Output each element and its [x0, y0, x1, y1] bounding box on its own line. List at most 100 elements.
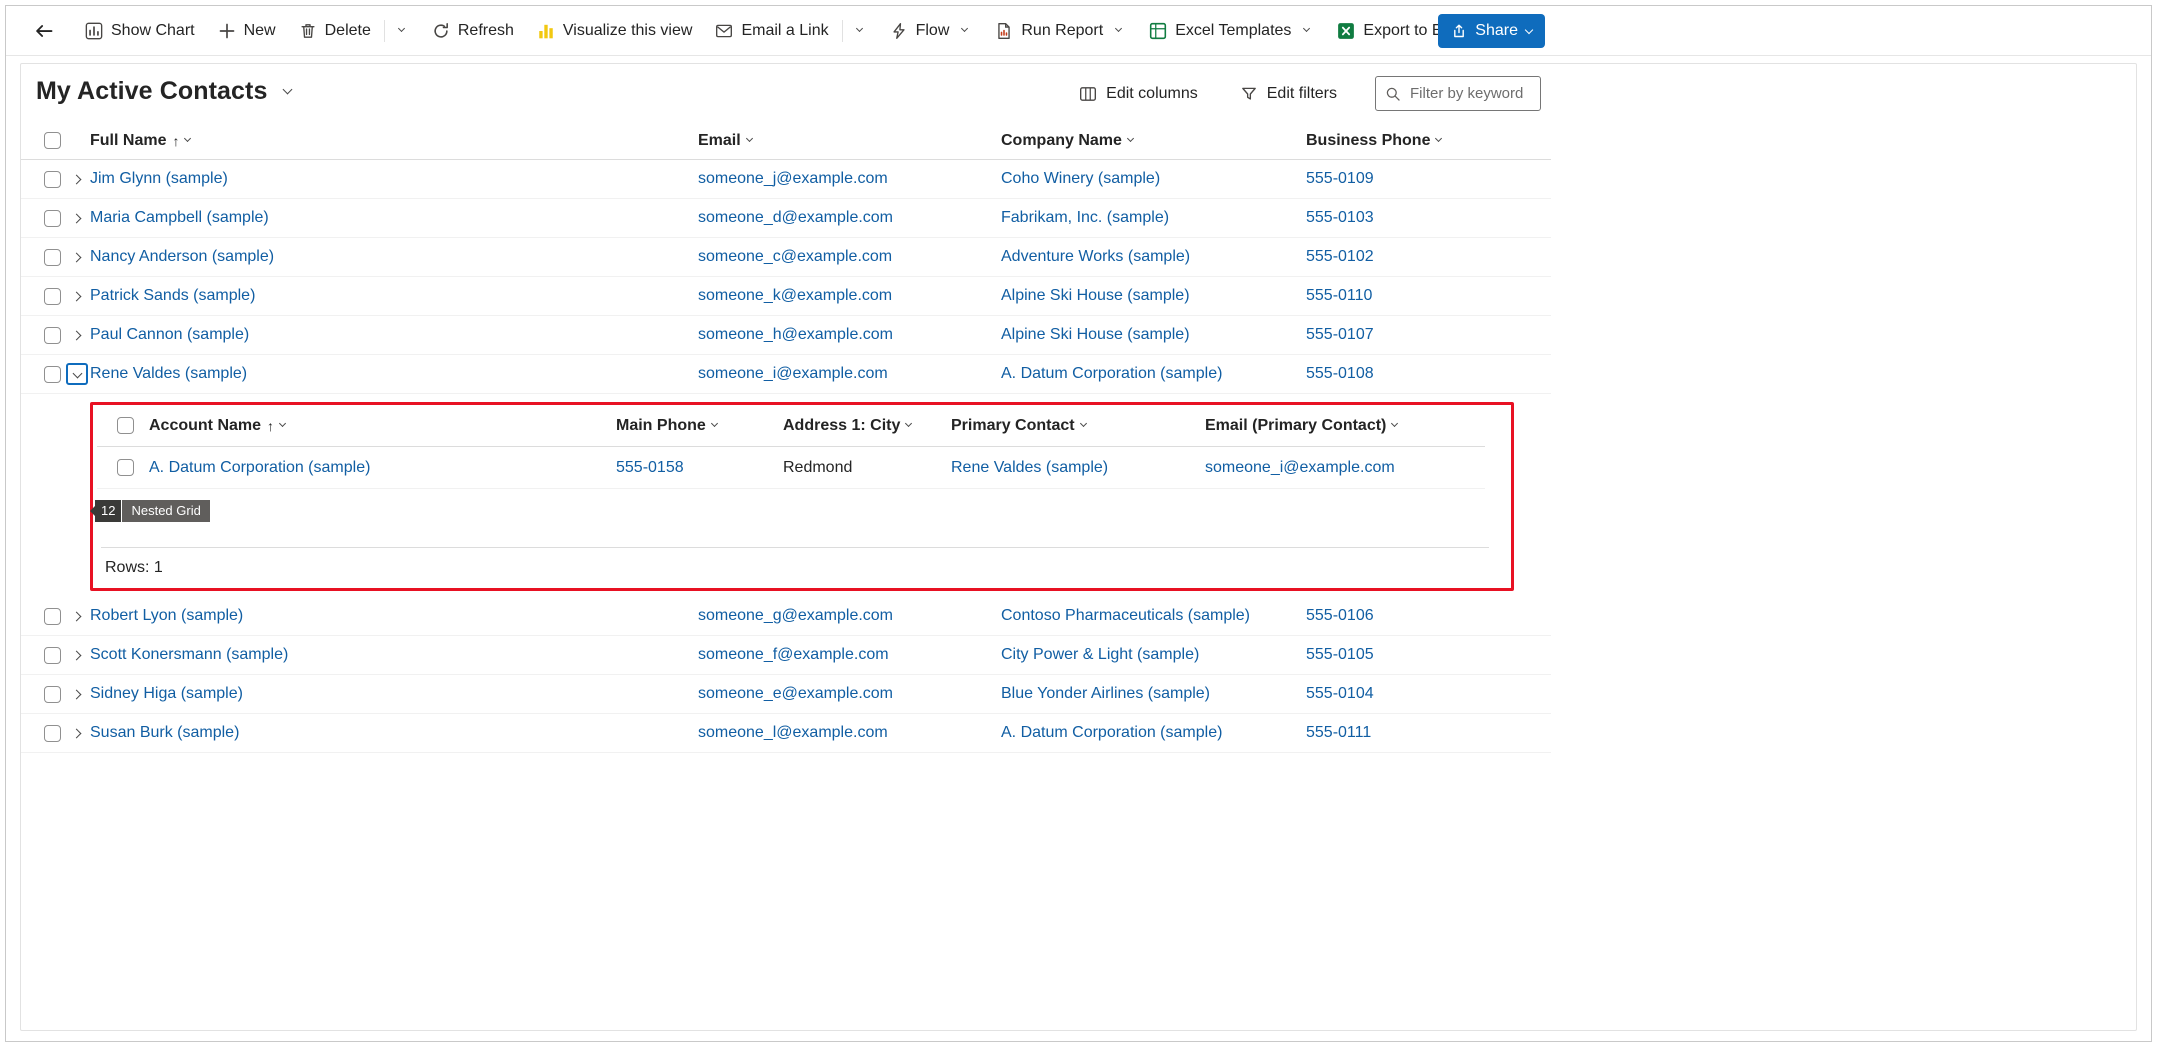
- contact-name-link[interactable]: Sidney Higa (sample): [90, 685, 698, 703]
- business-phone-link[interactable]: 555-0108: [1306, 365, 1466, 383]
- edit-columns-button[interactable]: Edit columns: [1075, 79, 1202, 109]
- column-header-address-city[interactable]: Address 1: City: [783, 417, 951, 435]
- row-checkbox[interactable]: [44, 288, 61, 305]
- account-name-link[interactable]: A. Datum Corporation (sample): [149, 459, 616, 477]
- contact-email-link[interactable]: someone_k@example.com: [698, 287, 1001, 305]
- delete-button[interactable]: Delete: [289, 13, 419, 49]
- row-checkbox[interactable]: [44, 725, 61, 742]
- contact-row[interactable]: Nancy Anderson (sample) someone_c@exampl…: [21, 238, 1551, 277]
- contact-name-link[interactable]: Maria Campbell (sample): [90, 209, 698, 227]
- row-checkbox[interactable]: [44, 647, 61, 664]
- expand-row-chevron[interactable]: [66, 168, 88, 190]
- select-all-checkbox[interactable]: [44, 132, 61, 149]
- contact-row[interactable]: Jim Glynn (sample) someone_j@example.com…: [21, 160, 1551, 199]
- flow-dropdown-chevron[interactable]: [957, 26, 972, 35]
- row-checkbox[interactable]: [44, 171, 61, 188]
- contact-email-link[interactable]: someone_f@example.com: [698, 646, 1001, 664]
- expand-row-chevron[interactable]: [66, 285, 88, 307]
- contact-email-link[interactable]: someone_e@example.com: [698, 685, 1001, 703]
- row-checkbox[interactable]: [44, 366, 61, 383]
- nested-select-all-checkbox[interactable]: [117, 417, 134, 434]
- excel-templates-dropdown-chevron[interactable]: [1299, 26, 1314, 35]
- nested-grid-row[interactable]: A. Datum Corporation (sample) 555-0158 R…: [97, 447, 1485, 489]
- expand-row-chevron[interactable]: [66, 324, 88, 346]
- company-name-link[interactable]: Alpine Ski House (sample): [1001, 326, 1306, 344]
- row-checkbox[interactable]: [44, 608, 61, 625]
- delete-dropdown-chevron[interactable]: [394, 26, 409, 35]
- contact-email-link[interactable]: someone_i@example.com: [698, 365, 1001, 383]
- company-name-link[interactable]: A. Datum Corporation (sample): [1001, 365, 1306, 383]
- run-report-button[interactable]: Run Report: [985, 15, 1136, 47]
- expand-row-chevron[interactable]: [66, 683, 88, 705]
- company-name-link[interactable]: Adventure Works (sample): [1001, 248, 1306, 266]
- contact-row[interactable]: Paul Cannon (sample) someone_h@example.c…: [21, 316, 1551, 355]
- contact-row[interactable]: Robert Lyon (sample) someone_g@example.c…: [21, 597, 1551, 636]
- main-phone-link[interactable]: 555-0158: [616, 459, 783, 477]
- row-checkbox[interactable]: [44, 249, 61, 266]
- edit-filters-button[interactable]: Edit filters: [1236, 79, 1341, 109]
- contact-row[interactable]: Rene Valdes (sample) someone_i@example.c…: [21, 355, 1551, 394]
- column-header-account-name[interactable]: Account Name ↑: [149, 417, 616, 435]
- business-phone-link[interactable]: 555-0102: [1306, 248, 1466, 266]
- email-link-button[interactable]: Email a Link: [705, 13, 876, 49]
- contact-row[interactable]: Sidney Higa (sample) someone_e@example.c…: [21, 675, 1551, 714]
- contact-name-link[interactable]: Susan Burk (sample): [90, 724, 698, 742]
- column-header-email-primary-contact[interactable]: Email (Primary Contact): [1205, 417, 1449, 435]
- expand-row-chevron[interactable]: [66, 644, 88, 666]
- business-phone-link[interactable]: 555-0105: [1306, 646, 1466, 664]
- expand-row-chevron[interactable]: [66, 363, 88, 385]
- contact-row[interactable]: Scott Konersmann (sample) someone_f@exam…: [21, 636, 1551, 675]
- contact-row[interactable]: Maria Campbell (sample) someone_d@exampl…: [21, 199, 1551, 238]
- contact-name-link[interactable]: Jim Glynn (sample): [90, 170, 698, 188]
- expand-row-chevron[interactable]: [66, 605, 88, 627]
- contact-name-link[interactable]: Robert Lyon (sample): [90, 607, 698, 625]
- contact-email-link[interactable]: someone_l@example.com: [698, 724, 1001, 742]
- contact-row[interactable]: Patrick Sands (sample) someone_k@example…: [21, 277, 1551, 316]
- column-header-email[interactable]: Email: [698, 132, 1001, 150]
- business-phone-link[interactable]: 555-0106: [1306, 607, 1466, 625]
- contact-name-link[interactable]: Paul Cannon (sample): [90, 326, 698, 344]
- expand-row-chevron[interactable]: [66, 722, 88, 744]
- contact-email-link[interactable]: someone_d@example.com: [698, 209, 1001, 227]
- contact-email-link[interactable]: someone_j@example.com: [698, 170, 1001, 188]
- company-name-link[interactable]: Blue Yonder Airlines (sample): [1001, 685, 1306, 703]
- business-phone-link[interactable]: 555-0109: [1306, 170, 1466, 188]
- back-button[interactable]: [26, 15, 62, 47]
- column-header-company-name[interactable]: Company Name: [1001, 132, 1306, 150]
- email-primary-contact-link[interactable]: someone_i@example.com: [1205, 459, 1449, 477]
- primary-contact-link[interactable]: Rene Valdes (sample): [951, 459, 1205, 477]
- company-name-link[interactable]: A. Datum Corporation (sample): [1001, 724, 1306, 742]
- business-phone-link[interactable]: 555-0103: [1306, 209, 1466, 227]
- company-name-link[interactable]: City Power & Light (sample): [1001, 646, 1306, 664]
- company-name-link[interactable]: Alpine Ski House (sample): [1001, 287, 1306, 305]
- expand-row-chevron[interactable]: [66, 207, 88, 229]
- business-phone-link[interactable]: 555-0111: [1306, 724, 1466, 742]
- contact-row[interactable]: Susan Burk (sample) someone_l@example.co…: [21, 714, 1551, 753]
- nested-row-checkbox[interactable]: [117, 459, 134, 476]
- visualize-view-button[interactable]: Visualize this view: [527, 15, 703, 47]
- new-button[interactable]: New: [208, 15, 286, 47]
- company-name-link[interactable]: Fabrikam, Inc. (sample): [1001, 209, 1306, 227]
- show-chart-button[interactable]: Show Chart: [75, 15, 205, 47]
- column-header-full-name[interactable]: Full Name ↑: [90, 132, 698, 150]
- expand-row-chevron[interactable]: [66, 246, 88, 268]
- contact-name-link[interactable]: Patrick Sands (sample): [90, 287, 698, 305]
- flow-button[interactable]: Flow: [880, 15, 983, 47]
- email-link-dropdown-chevron[interactable]: [852, 26, 867, 35]
- view-selector-chevron[interactable]: [279, 86, 296, 97]
- contact-name-link[interactable]: Rene Valdes (sample): [90, 365, 698, 383]
- business-phone-link[interactable]: 555-0104: [1306, 685, 1466, 703]
- row-checkbox[interactable]: [44, 210, 61, 227]
- business-phone-link[interactable]: 555-0107: [1306, 326, 1466, 344]
- row-checkbox[interactable]: [44, 686, 61, 703]
- keyword-filter-input[interactable]: [1408, 84, 1526, 103]
- column-header-primary-contact[interactable]: Primary Contact: [951, 417, 1205, 435]
- company-name-link[interactable]: Contoso Pharmaceuticals (sample): [1001, 607, 1306, 625]
- contact-name-link[interactable]: Nancy Anderson (sample): [90, 248, 698, 266]
- contact-email-link[interactable]: someone_g@example.com: [698, 607, 1001, 625]
- column-header-main-phone[interactable]: Main Phone: [616, 417, 783, 435]
- refresh-button[interactable]: Refresh: [422, 15, 524, 47]
- business-phone-link[interactable]: 555-0110: [1306, 287, 1466, 305]
- company-name-link[interactable]: Coho Winery (sample): [1001, 170, 1306, 188]
- contact-email-link[interactable]: someone_c@example.com: [698, 248, 1001, 266]
